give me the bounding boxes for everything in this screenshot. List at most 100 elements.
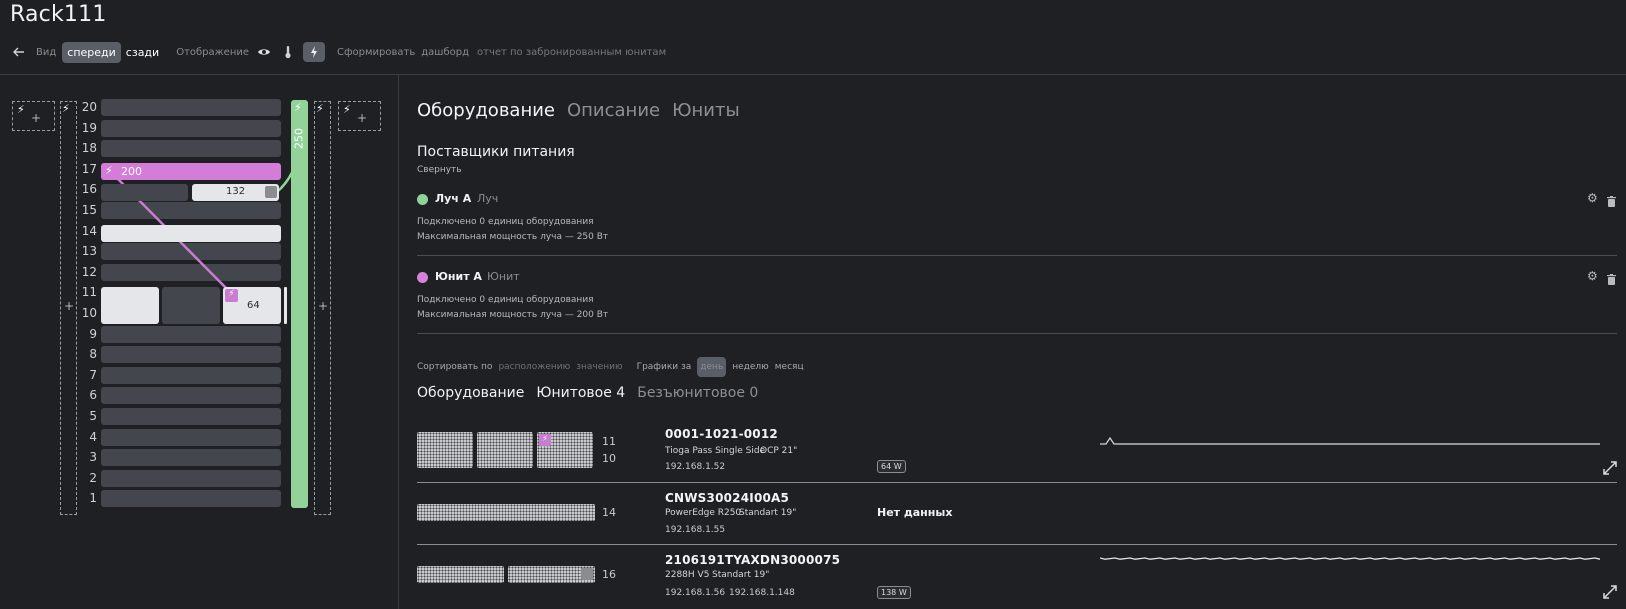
device-thumb (417, 432, 473, 468)
expand-icon[interactable] (1603, 460, 1617, 479)
view-label: Вид (36, 46, 57, 58)
bolt-icon: ⚡ (225, 289, 238, 302)
provider-unit-a: Юнит A Юнит Подключено 0 единиц оборудов… (417, 269, 1617, 329)
device-power-value: 132 (226, 186, 246, 197)
device-power-value: 200 (121, 165, 142, 178)
device-power-value: 64 (247, 300, 260, 311)
provider-connected: Подключено 0 единиц оборудования (417, 295, 594, 305)
device-1110-c[interactable]: ⚡ 64 (223, 287, 281, 324)
trash-icon[interactable] (1607, 270, 1616, 285)
thermometer-icon[interactable] (279, 43, 297, 61)
power-plug-icon (265, 186, 277, 198)
equipment-row[interactable]: ⚡ 11 10 0001-1021-0012 Tioga Pass Single… (417, 424, 1617, 478)
power-sparkline (1100, 557, 1600, 560)
provider-max: Максимальная мощность луча — 250 Вт (417, 232, 609, 242)
equipment-id: 0001-1021-0012 (665, 427, 778, 441)
trash-icon[interactable] (1607, 192, 1616, 207)
power-bolt-icon[interactable] (303, 42, 326, 62)
device-thumb (477, 432, 533, 468)
row-divider (417, 482, 1617, 483)
power-badge: 138 W (877, 586, 911, 599)
period-week[interactable]: неделю (732, 362, 769, 372)
power-section-title: Поставщики питания (417, 144, 575, 160)
reserved-report-link[interactable]: отчет по забронированным юнитам (477, 47, 666, 58)
sort-bar: Сортировать по расположению значению Гра… (417, 357, 804, 377)
sort-by-location[interactable]: расположению (498, 362, 570, 372)
power-badge: 64 W (877, 460, 906, 473)
unit-top: 14 (602, 506, 616, 519)
display-label: Отображение (176, 46, 250, 58)
tab-units[interactable]: Юниты (672, 100, 740, 121)
bolt-icon: ⚡ (105, 164, 113, 177)
no-data-label: Нет данных (877, 506, 953, 519)
equipment-ip-secondary: 192.168.1.148 (729, 588, 795, 598)
row-divider (417, 544, 1617, 545)
bolt-icon: ⚡ (539, 434, 551, 446)
expand-icon[interactable] (1603, 584, 1617, 603)
gear-icon[interactable]: ⚙ (1587, 269, 1598, 283)
device-1110-b[interactable] (162, 287, 220, 324)
provider-divider (417, 333, 1617, 334)
page-title: Rack111 (10, 2, 107, 27)
status-dot (417, 272, 428, 283)
equipment-title: Оборудование (417, 385, 525, 401)
power-plug-icon (581, 568, 593, 580)
equipment-model: PowerEdge R250 (665, 508, 742, 518)
unit-top: 16 (602, 568, 616, 581)
unit-bottom: 10 (602, 452, 616, 465)
device-thumb (417, 566, 504, 583)
device-thumb (417, 504, 595, 521)
sort-by-value[interactable]: значению (576, 362, 622, 372)
device-unit-a[interactable]: ⚡ 200 (101, 163, 281, 180)
equipment-form: OCP 21" (760, 446, 798, 456)
device-1110-a[interactable] (101, 287, 159, 324)
equipment-ip: 192.168.1.55 (665, 525, 726, 535)
tab-equipment[interactable]: Оборудование (417, 100, 555, 121)
gear-icon[interactable]: ⚙ (1587, 191, 1598, 205)
tab-nounit-equipment[interactable]: Безъюнитовое 0 (637, 385, 758, 401)
provider-max: Максимальная мощность луча — 200 Вт (417, 310, 609, 320)
provider-ray-a: Луч A Луч Подключено 0 единиц оборудован… (417, 191, 1617, 251)
tab-unit-equipment[interactable]: Юнитовое 4 (536, 385, 625, 401)
provider-type: Луч (477, 192, 499, 205)
sort-label: Сортировать по (417, 362, 493, 372)
form-link[interactable]: Сформировать (337, 47, 415, 58)
device-14[interactable] (101, 225, 281, 242)
tab-description[interactable]: Описание (567, 100, 660, 121)
status-dot (417, 194, 428, 205)
provider-connected: Подключено 0 единиц оборудования (417, 217, 594, 227)
eye-icon[interactable] (255, 43, 273, 61)
provider-name: Юнит A (435, 270, 482, 283)
graphs-label: Графики за (636, 362, 692, 372)
device-thumb: ⚡ (537, 432, 593, 468)
main-tabs: Оборудование Описание Юниты (417, 100, 740, 121)
view-back-button[interactable]: сзади (121, 42, 164, 63)
equipment-model: Tioga Pass Single Side (665, 446, 766, 456)
dashboard-link[interactable]: дашборд (421, 47, 469, 58)
slot-16-left[interactable] (101, 184, 188, 201)
equipment-ip: 192.168.1.52 (665, 462, 726, 472)
equipment-row[interactable]: 16 2106191TYAXDN3000075 2288H V5 Standar… (417, 550, 1617, 608)
equipment-row[interactable]: 14 CNWS30024I00A5 PowerEdge R250 Standar… (417, 488, 1617, 538)
back-arrow-icon[interactable] (12, 45, 26, 59)
panel-divider (398, 75, 399, 609)
equipment-id: 2106191TYAXDN3000075 (665, 553, 841, 567)
provider-type: Юнит (487, 270, 520, 283)
collapse-link[interactable]: Свернуть (417, 165, 462, 175)
period-day[interactable]: день (697, 357, 727, 377)
provider-name: Луч A (435, 192, 472, 205)
view-toggle: спереди сзади (62, 41, 164, 63)
provider-divider (417, 255, 1617, 256)
period-month[interactable]: месяц (775, 362, 804, 372)
view-front-button[interactable]: спереди (62, 41, 121, 63)
header-divider (0, 74, 1626, 75)
device-16[interactable]: 132 (192, 184, 279, 201)
toolbar: Вид спереди сзади Отображение Сформирова… (0, 40, 666, 64)
unit-top: 11 (602, 435, 616, 448)
equipment-form: Standart 19" (739, 508, 797, 518)
device-1110-edge (284, 287, 287, 324)
power-sparkline (1100, 436, 1600, 445)
equipment-model: 2288H V5 (665, 570, 710, 580)
rack-view: ⚡ + ⚡ + 20 19 18 17 16 15 14 13 12 11 10 9 8 7 6 5 4 3 2 1 … (0, 95, 398, 520)
equipment-ip: 192.168.1.56 (665, 588, 726, 598)
